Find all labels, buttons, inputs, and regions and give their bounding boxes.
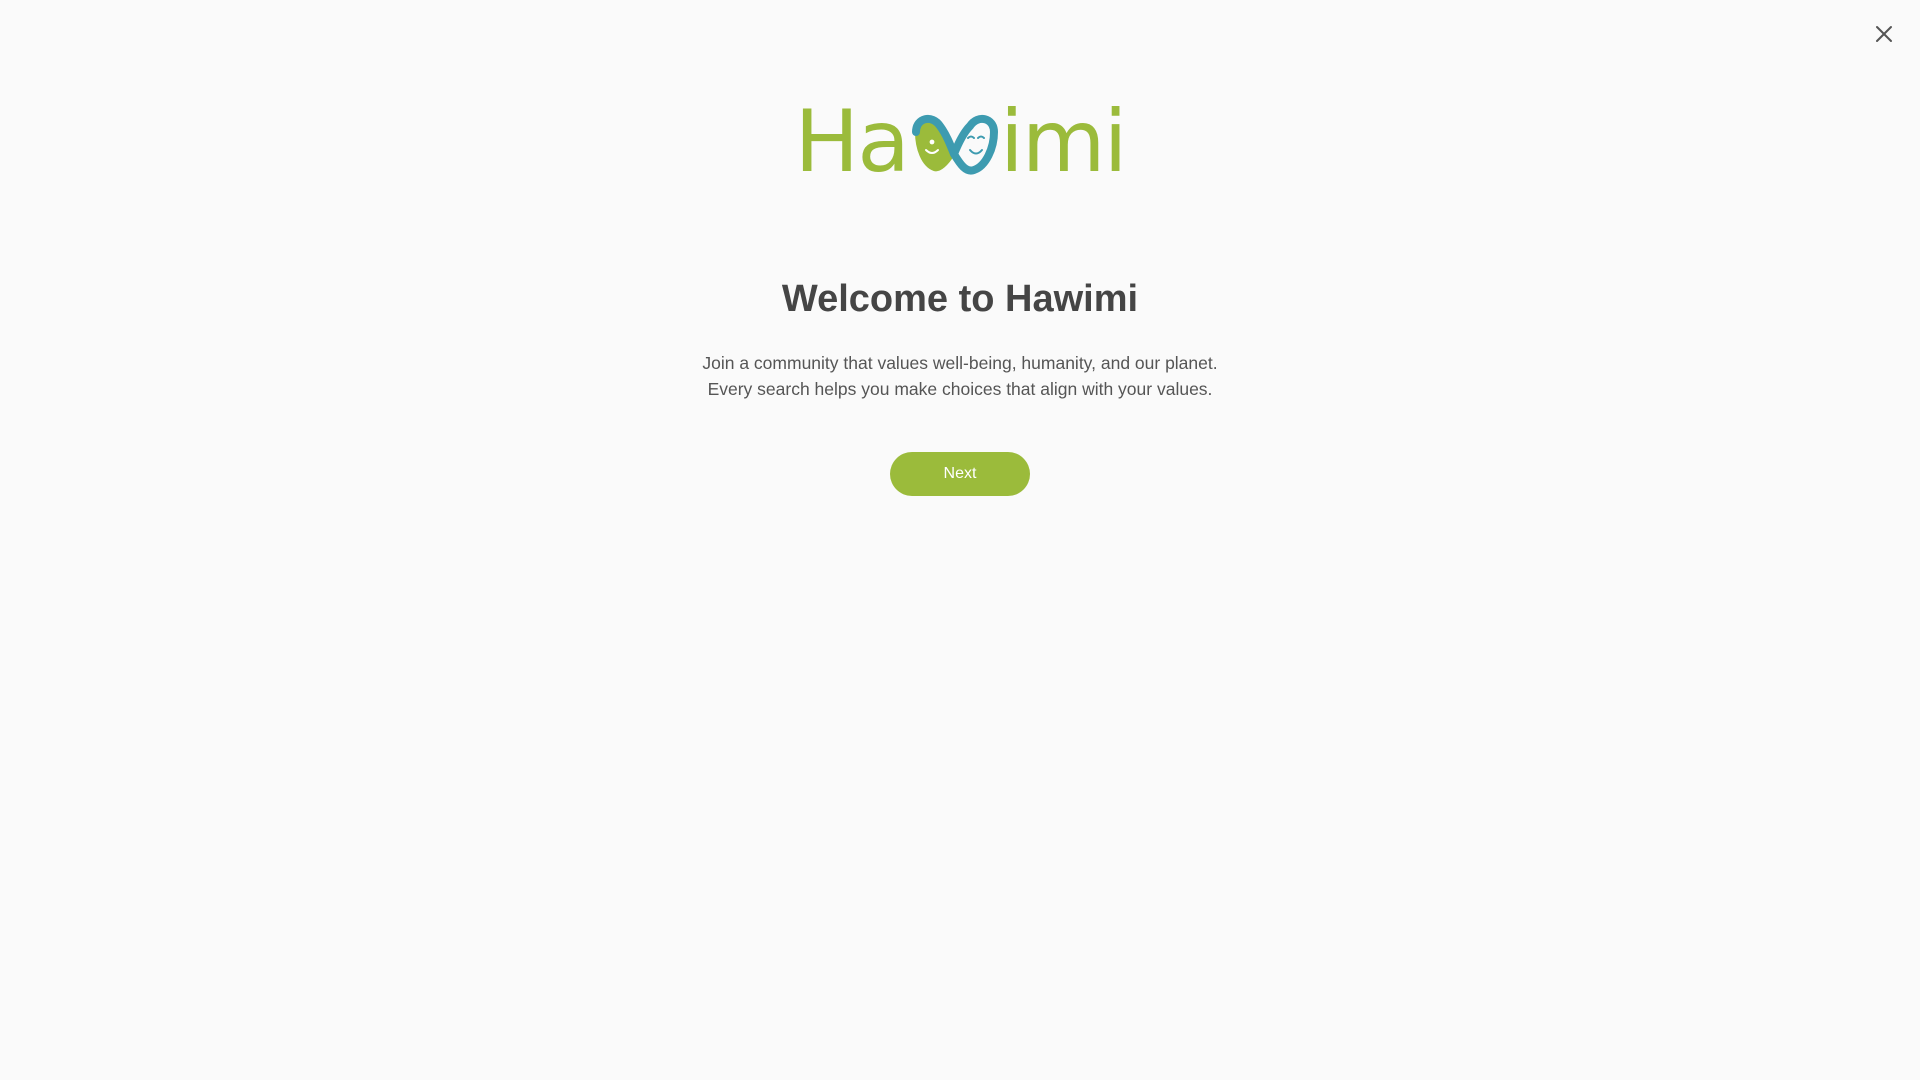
two-hearts-icon — [911, 114, 998, 175]
logo-text-prefix: Ha — [794, 92, 910, 192]
welcome-title: Welcome to Hawimi — [781, 278, 1139, 320]
next-button[interactable]: Next — [890, 452, 1030, 496]
welcome-description: Join a community that values well-being,… — [0, 350, 1920, 402]
description-line-2: Every search helps you make choices that… — [707, 379, 1213, 399]
onboarding-page: Ha imi Welcome to Hawimi Join a communit… — [0, 0, 1920, 1080]
brand-logo: Ha imi — [794, 92, 1128, 192]
close-icon — [1876, 26, 1892, 42]
close-button[interactable] — [1872, 22, 1896, 46]
logo-container: Ha imi — [0, 92, 1920, 192]
description-line-1: Join a community that values well-being,… — [702, 353, 1218, 373]
logo-text-suffix: imi — [999, 92, 1128, 192]
